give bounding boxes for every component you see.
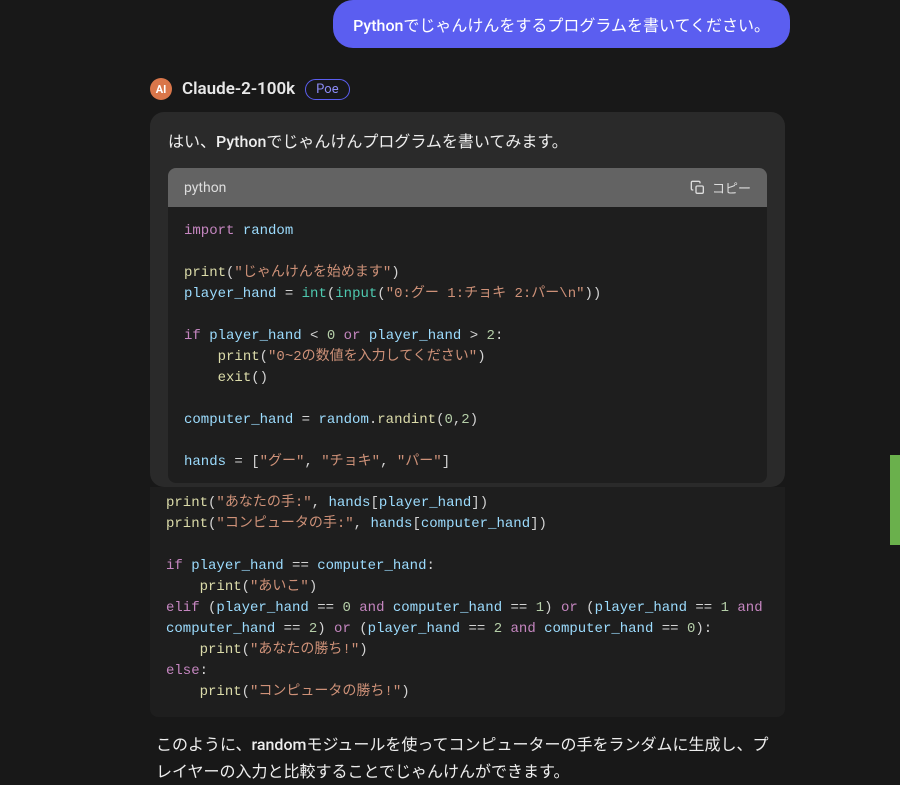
code-body-part1[interactable]: import random print("じゃんけんを始めます") player… xyxy=(168,207,767,483)
outro-text: このように、randomモジュールを使ってコンピューターの手をランダムに生成し、… xyxy=(156,731,779,785)
outro-wrap: このように、randomモジュールを使ってコンピューターの手をランダムに生成し、… xyxy=(150,717,785,785)
accent-bar xyxy=(890,455,900,545)
user-message-text: Pythonでじゃんけんをするプログラムを書いてください。 xyxy=(353,16,770,35)
code-body-part2[interactable]: print("あなたの手:", hands[player_hand]) prin… xyxy=(150,487,785,717)
code-block: python コピー import random print("じゃんけんを始め… xyxy=(168,168,767,483)
bot-name[interactable]: Claude-2-100k xyxy=(182,79,295,99)
avatar-letter: AI xyxy=(156,83,167,96)
code-header: python コピー xyxy=(168,168,767,207)
copy-button[interactable]: コピー xyxy=(690,178,751,197)
copy-label: コピー xyxy=(712,178,751,197)
bot-header: AI Claude-2-100k Poe xyxy=(0,68,900,112)
bot-message-card: はい、Pythonでじゃんけんプログラムを書いてみます。 python コピー … xyxy=(150,112,785,487)
copy-icon xyxy=(690,180,706,196)
intro-text: はい、Pythonでじゃんけんプログラムを書いてみます。 xyxy=(168,130,767,154)
platform-badge[interactable]: Poe xyxy=(305,79,349,100)
avatar[interactable]: AI xyxy=(150,78,172,100)
code-lang-label: python xyxy=(184,180,226,196)
user-message-bubble: Pythonでじゃんけんをするプログラムを書いてください。 xyxy=(333,0,790,48)
user-message-row: Pythonでじゃんけんをするプログラムを書いてください。 xyxy=(0,0,900,68)
